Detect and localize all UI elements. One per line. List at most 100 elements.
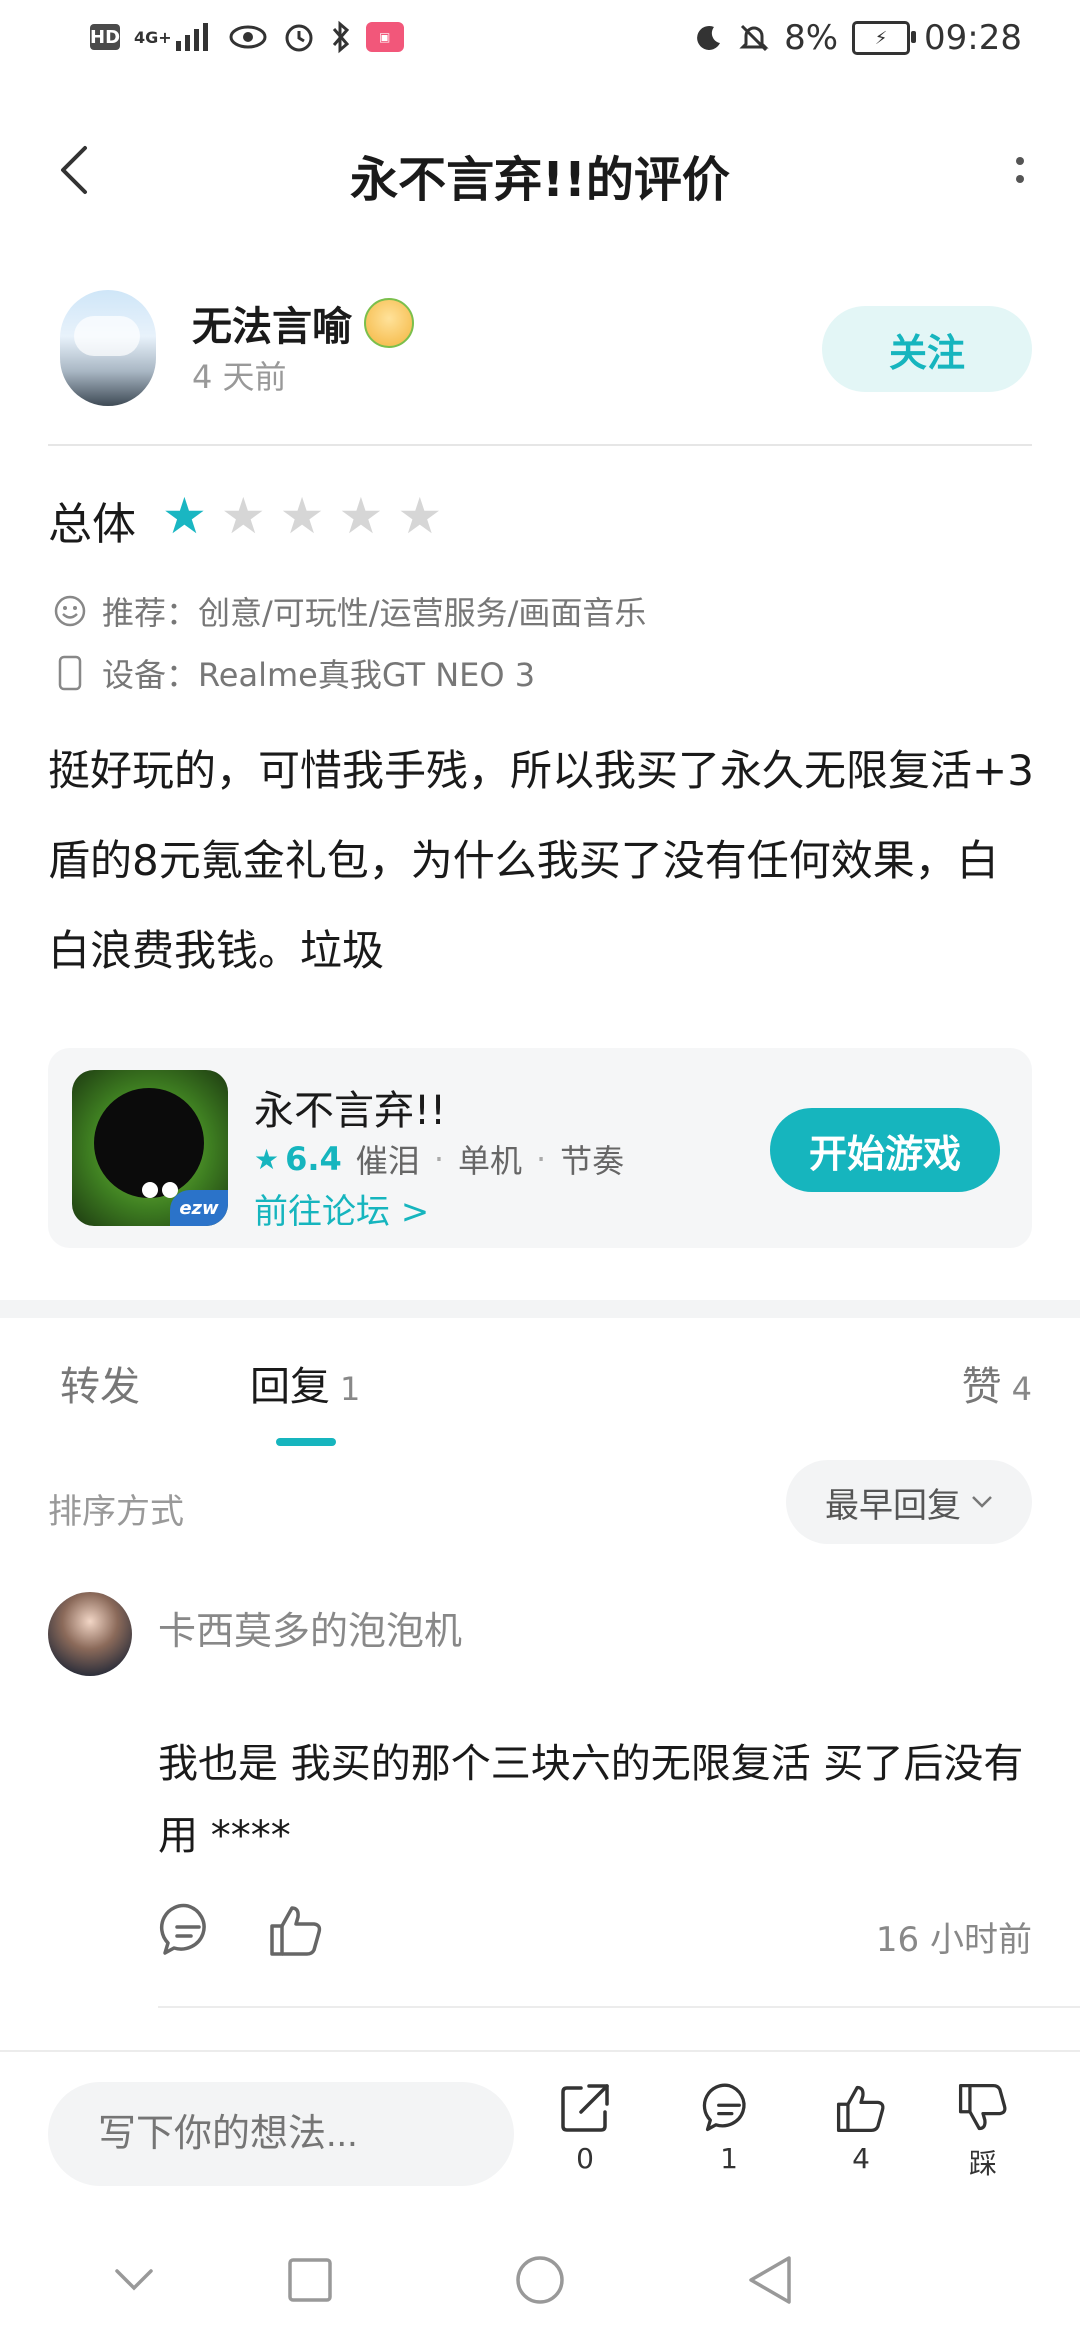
comment-button[interactable]: 1: [684, 2080, 774, 2175]
triangle-back-icon: [749, 2256, 791, 2304]
tab-indicator: [276, 1438, 336, 1446]
start-game-button[interactable]: 开始游戏: [770, 1108, 1000, 1192]
review-body: 挺好玩的，可惜我手残，所以我买了永久无限复活+3盾的8元氪金礼包，为什么我买了没…: [48, 746, 1034, 975]
more-dot-icon: [1016, 175, 1024, 183]
more-options-button[interactable]: [990, 140, 1050, 200]
separator-dot: ·: [536, 1140, 547, 1178]
thumbs-down-icon: [958, 2083, 1007, 2131]
game-name[interactable]: 永不言弃!!: [254, 1078, 446, 1136]
sort-selected: 最早回复: [825, 1486, 961, 1525]
like-count: 4: [852, 2142, 870, 2175]
divider: [158, 2006, 1080, 2008]
circle-icon: [516, 2256, 564, 2304]
star-empty-icon: ★: [338, 487, 384, 545]
game-tag: 节奏: [560, 1142, 625, 1180]
hd-icon: HD: [90, 24, 120, 50]
status-bar: HD 4G+ ▣ 8% ⚡ 09:28: [0, 0, 1080, 86]
star-empty-icon: ★: [279, 487, 325, 545]
star-empty-icon: ★: [397, 487, 443, 545]
share-count: 0: [576, 2142, 594, 2175]
reply-text: 我也是 我买的那个三块六的无限复活 买了后没有用 ****: [158, 1741, 1024, 1859]
comment-input[interactable]: [48, 2082, 514, 2186]
game-score-value: 6.4: [285, 1140, 342, 1178]
nav-back-button[interactable]: [740, 2250, 800, 2310]
page-title: 永不言弃!!的评价: [350, 152, 730, 208]
dislike-label: 踩: [968, 2147, 997, 2180]
clock: 09:28: [924, 18, 1022, 58]
game-icon[interactable]: ezw: [72, 1070, 228, 1226]
reply-avatar[interactable]: [48, 1592, 132, 1676]
comment-icon: [702, 2083, 746, 2132]
game-tag: 催泪: [355, 1142, 420, 1180]
reply-comment-button[interactable]: [158, 1900, 218, 1964]
signal-icon: 4G+: [134, 23, 214, 51]
star-empty-icon: ★: [220, 487, 266, 545]
tab-forward[interactable]: 转发: [60, 1354, 140, 1412]
moon-icon: [694, 23, 724, 53]
star-icon: ★: [254, 1142, 280, 1176]
system-nav-bar: [0, 2210, 1080, 2340]
divider: [48, 444, 1032, 446]
tab-reply-label: 回复: [250, 1364, 330, 1410]
phone-icon: [52, 655, 88, 691]
nav-recents-button[interactable]: [280, 2250, 340, 2310]
rating-label: 总体: [48, 499, 136, 550]
follow-button[interactable]: 关注: [822, 306, 1032, 392]
nav-hide-button[interactable]: [104, 2250, 164, 2310]
author-avatar[interactable]: [60, 290, 156, 406]
app-notification-icon: ▣: [365, 22, 404, 52]
game-meta: ★ 6.4 催泪 · 单机 · 节奏: [254, 1136, 624, 1182]
square-icon: [288, 2258, 332, 2302]
chevron-down-icon: [972, 1496, 992, 1508]
device-row: 设备：Realme真我GT NEO 3: [52, 650, 535, 696]
tab-like-label: 赞: [961, 1364, 1002, 1410]
reply-actions: [158, 1900, 326, 1964]
chevron-down-icon: [115, 2269, 153, 2291]
post-time: 4 天前: [192, 358, 287, 396]
comment-icon: [159, 1903, 206, 1955]
game-tag: 单机: [457, 1142, 522, 1180]
star-rating: ★ ★ ★ ★ ★: [162, 488, 442, 544]
tab-forward-label: 转发: [60, 1364, 140, 1410]
game-icon-badge: ezw: [170, 1190, 228, 1226]
status-right: 8% ⚡ 09:28: [694, 18, 1022, 58]
bluetooth-icon: [330, 20, 352, 54]
author-name[interactable]: 无法言喻: [192, 294, 352, 352]
network-label: 4G+: [134, 27, 172, 47]
recommend-text: 推荐：创意/可玩性/运营服务/画面音乐: [102, 594, 647, 632]
status-left: HD 4G+ ▣: [90, 20, 404, 54]
user-badge-icon: [364, 298, 414, 348]
tab-reply[interactable]: 回复 1: [250, 1354, 360, 1412]
comment-count: 1: [720, 2142, 738, 2175]
section-gap: [0, 1300, 1080, 1318]
mute-icon: [738, 22, 770, 54]
sort-dropdown[interactable]: 最早回复: [786, 1460, 1032, 1544]
forum-link[interactable]: 前往论坛 >: [254, 1184, 429, 1233]
tab-like-count: 4: [1011, 1370, 1032, 1408]
top-app-bar: 永不言弃!!的评价: [0, 110, 1080, 230]
game-icon-eye: [142, 1182, 158, 1198]
thumbs-up-icon: [836, 2085, 885, 2133]
nav-home-button[interactable]: [510, 2250, 570, 2310]
game-card[interactable]: ezw 永不言弃!! ★ 6.4 催泪 · 单机 · 节奏 前往论坛 > 开始游…: [48, 1048, 1032, 1248]
alarm-icon: [282, 20, 316, 54]
eye-icon: [228, 23, 268, 51]
tab-reply-count: 1: [340, 1370, 361, 1408]
like-button[interactable]: 4: [816, 2080, 906, 2175]
thumbs-up-icon: [270, 1906, 322, 1956]
star-filled-icon: ★: [162, 487, 207, 545]
reply-time: 16 小时前: [875, 1920, 1032, 1960]
sort-label: 排序方式: [48, 1492, 184, 1532]
separator-dot: ·: [433, 1140, 444, 1178]
battery-icon: ⚡: [852, 21, 917, 55]
share-button[interactable]: 0: [540, 2080, 630, 2175]
reply-author-name[interactable]: 卡西莫多的泡泡机: [158, 1600, 462, 1655]
recommend-row: 推荐：创意/可玩性/运营服务/画面音乐: [52, 588, 646, 634]
more-dot-icon: [1016, 157, 1024, 165]
author-name-row[interactable]: 无法言喻: [192, 294, 414, 352]
battery-percent: 8%: [784, 18, 839, 58]
smile-icon: [52, 593, 88, 629]
dislike-button[interactable]: 踩: [938, 2080, 1028, 2182]
tab-like[interactable]: 赞4: [962, 1354, 1032, 1412]
reply-like-button[interactable]: [266, 1900, 326, 1964]
